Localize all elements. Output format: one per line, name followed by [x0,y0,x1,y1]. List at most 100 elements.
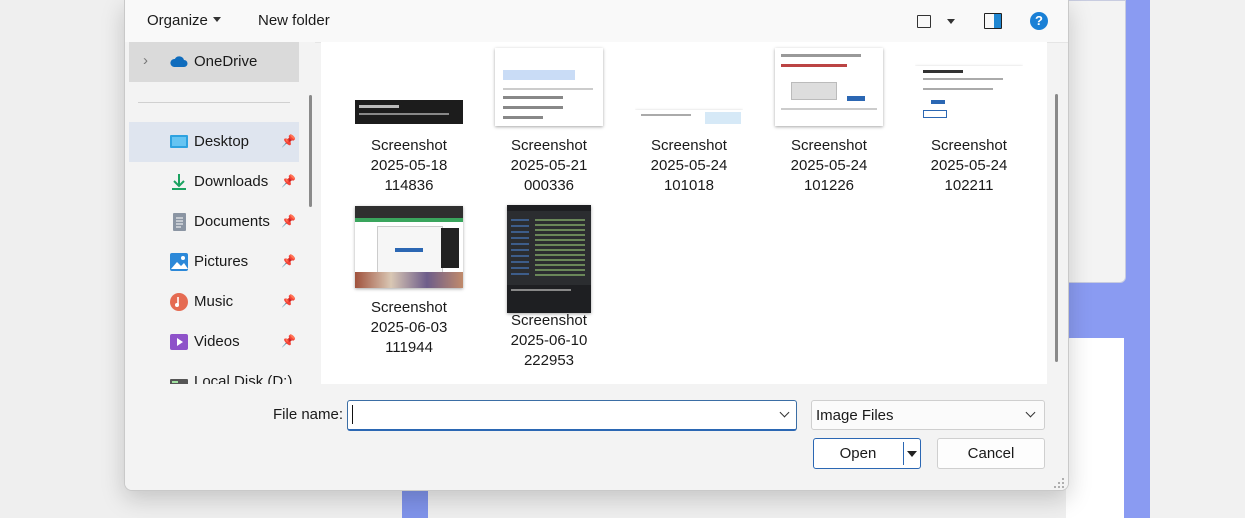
sidebar-item-label: Documents [194,213,270,230]
cancel-button[interactable]: Cancel [937,438,1045,469]
sidebar-item-downloads[interactable]: Downloads 📌 [129,162,299,202]
sidebar-item-label: Pictures [194,253,249,270]
cancel-button-label: Cancel [967,445,1015,462]
caret-down-icon[interactable] [907,451,917,457]
chevron-right-icon[interactable]: › [143,52,148,69]
file-thumbnail [635,48,743,126]
pin-icon[interactable]: 📌 [281,214,296,228]
pin-icon[interactable]: 📌 [281,334,296,348]
file-name-line: Screenshot [791,137,867,154]
file-name-label: File name: [273,406,344,423]
open-button[interactable]: Open [813,438,921,469]
pin-icon[interactable]: 📌 [281,134,296,148]
navigation-pane: › OneDrive Desktop 📌 Downloads 📌 Documen… [125,42,315,384]
file-item[interactable]: Screenshot 2025-06-10 222953 [479,205,619,371]
background-app [1150,0,1245,518]
file-name-line: 2025-06-03 [370,319,448,336]
file-thumbnail [915,48,1023,126]
pin-icon[interactable]: 📌 [281,174,296,188]
video-icon [170,334,188,350]
command-bar: Organize New folder ? [125,0,1068,43]
sidebar-item-music[interactable]: Music 📌 [129,282,299,322]
file-name-line: 2025-05-21 [510,157,588,174]
file-item[interactable]: Screenshot 2025-05-18 114836 [339,48,479,196]
preview-pane-icon[interactable] [984,13,1002,29]
nav-divider [138,102,290,103]
file-name-line: 101226 [803,177,855,194]
sidebar-item-label: Videos [194,333,240,350]
file-name-line: 102211 [944,177,994,194]
text-cursor [352,405,353,424]
file-type-value: Image Files [816,407,894,424]
file-name-line: 2025-05-18 [370,157,448,174]
view-options-caret-icon[interactable] [947,19,955,24]
organize-button[interactable]: Organize [147,12,221,29]
sidebar-item-local-disk[interactable]: Local Disk (D:) [129,362,299,384]
file-list-scrollbar[interactable] [1055,94,1058,362]
file-name-input[interactable] [347,400,797,431]
file-name-line: Screenshot [371,299,447,316]
file-item[interactable]: Screenshot 2025-05-24 101226 [759,48,899,196]
file-item[interactable]: Screenshot 2025-05-24 102211 [899,48,1039,196]
file-thumbnail [355,48,463,126]
cloud-icon [170,56,188,67]
background-card [1066,338,1124,518]
file-thumbnail [775,48,883,126]
sidebar-item-documents[interactable]: Documents 📌 [129,202,299,242]
file-list: Screenshot 2025-05-18 114836 Screenshot 202… [321,42,1047,384]
sidebar-item-label: Downloads [194,173,269,190]
new-folder-button[interactable]: New folder [258,12,330,29]
file-name-line: 111944 [385,339,433,356]
file-name-line: Screenshot [931,137,1007,154]
background-strip [402,490,428,518]
chevron-down-icon [1025,407,1036,418]
sidebar-item-videos[interactable]: Videos 📌 [129,322,299,362]
sidebar-item-label: Desktop [194,133,250,150]
file-name-line: 000336 [523,177,575,194]
organize-label: Organize [147,12,208,29]
picture-icon [170,253,188,271]
pin-icon[interactable]: 📌 [281,254,296,268]
file-name-line: Screenshot [651,137,727,154]
sidebar-item-label: Local Disk (D:) [194,373,293,384]
dialog-footer: File name: Image Files Open Cancel [125,384,1068,490]
file-name-line: 2025-06-10 [510,332,588,349]
file-thumbnail [495,48,603,126]
file-type-select[interactable]: Image Files [811,400,1045,430]
chevron-down-icon[interactable] [779,407,790,418]
file-name-line: 222953 [523,352,575,369]
resize-grip-icon[interactable] [1053,477,1065,489]
nav-scrollbar[interactable] [309,95,312,207]
sidebar-item-label: Music [194,293,234,310]
music-icon [170,293,188,311]
download-icon [172,174,186,190]
desktop-icon [170,135,188,148]
split-divider [903,442,904,465]
file-name-line: 2025-05-24 [650,157,728,174]
file-name-line: Screenshot [511,137,587,154]
caret-down-icon [212,16,221,22]
file-name-line: Screenshot [511,312,587,329]
sidebar-item-desktop[interactable]: Desktop 📌 [129,122,299,162]
open-button-label: Open [839,445,877,462]
file-name-line: 2025-05-24 [790,157,868,174]
sidebar-item-pictures[interactable]: Pictures 📌 [129,242,299,282]
pin-icon[interactable]: 📌 [281,294,296,308]
sidebar-item-label: OneDrive [194,53,258,70]
file-item[interactable]: Screenshot 2025-05-21 000336 [479,48,619,196]
sidebar-item-onedrive[interactable]: › OneDrive [129,42,299,82]
file-name-line: Screenshot [371,137,447,154]
file-name-line: 114836 [384,177,434,194]
view-mode-icon[interactable] [917,15,931,28]
drive-icon [170,379,188,384]
file-item[interactable]: Screenshot 2025-06-03 111944 [339,206,479,358]
file-thumbnail [507,205,591,313]
document-icon [173,213,186,231]
open-file-dialog: Organize New folder ? › OneDrive Desktop… [124,0,1069,491]
file-item[interactable]: Screenshot 2025-05-24 101018 [619,48,759,196]
background-card [1060,0,1126,283]
file-thumbnail [355,206,463,288]
help-icon[interactable]: ? [1030,12,1048,30]
file-name-line: 2025-05-24 [930,157,1008,174]
file-name-line: 101018 [663,177,715,194]
